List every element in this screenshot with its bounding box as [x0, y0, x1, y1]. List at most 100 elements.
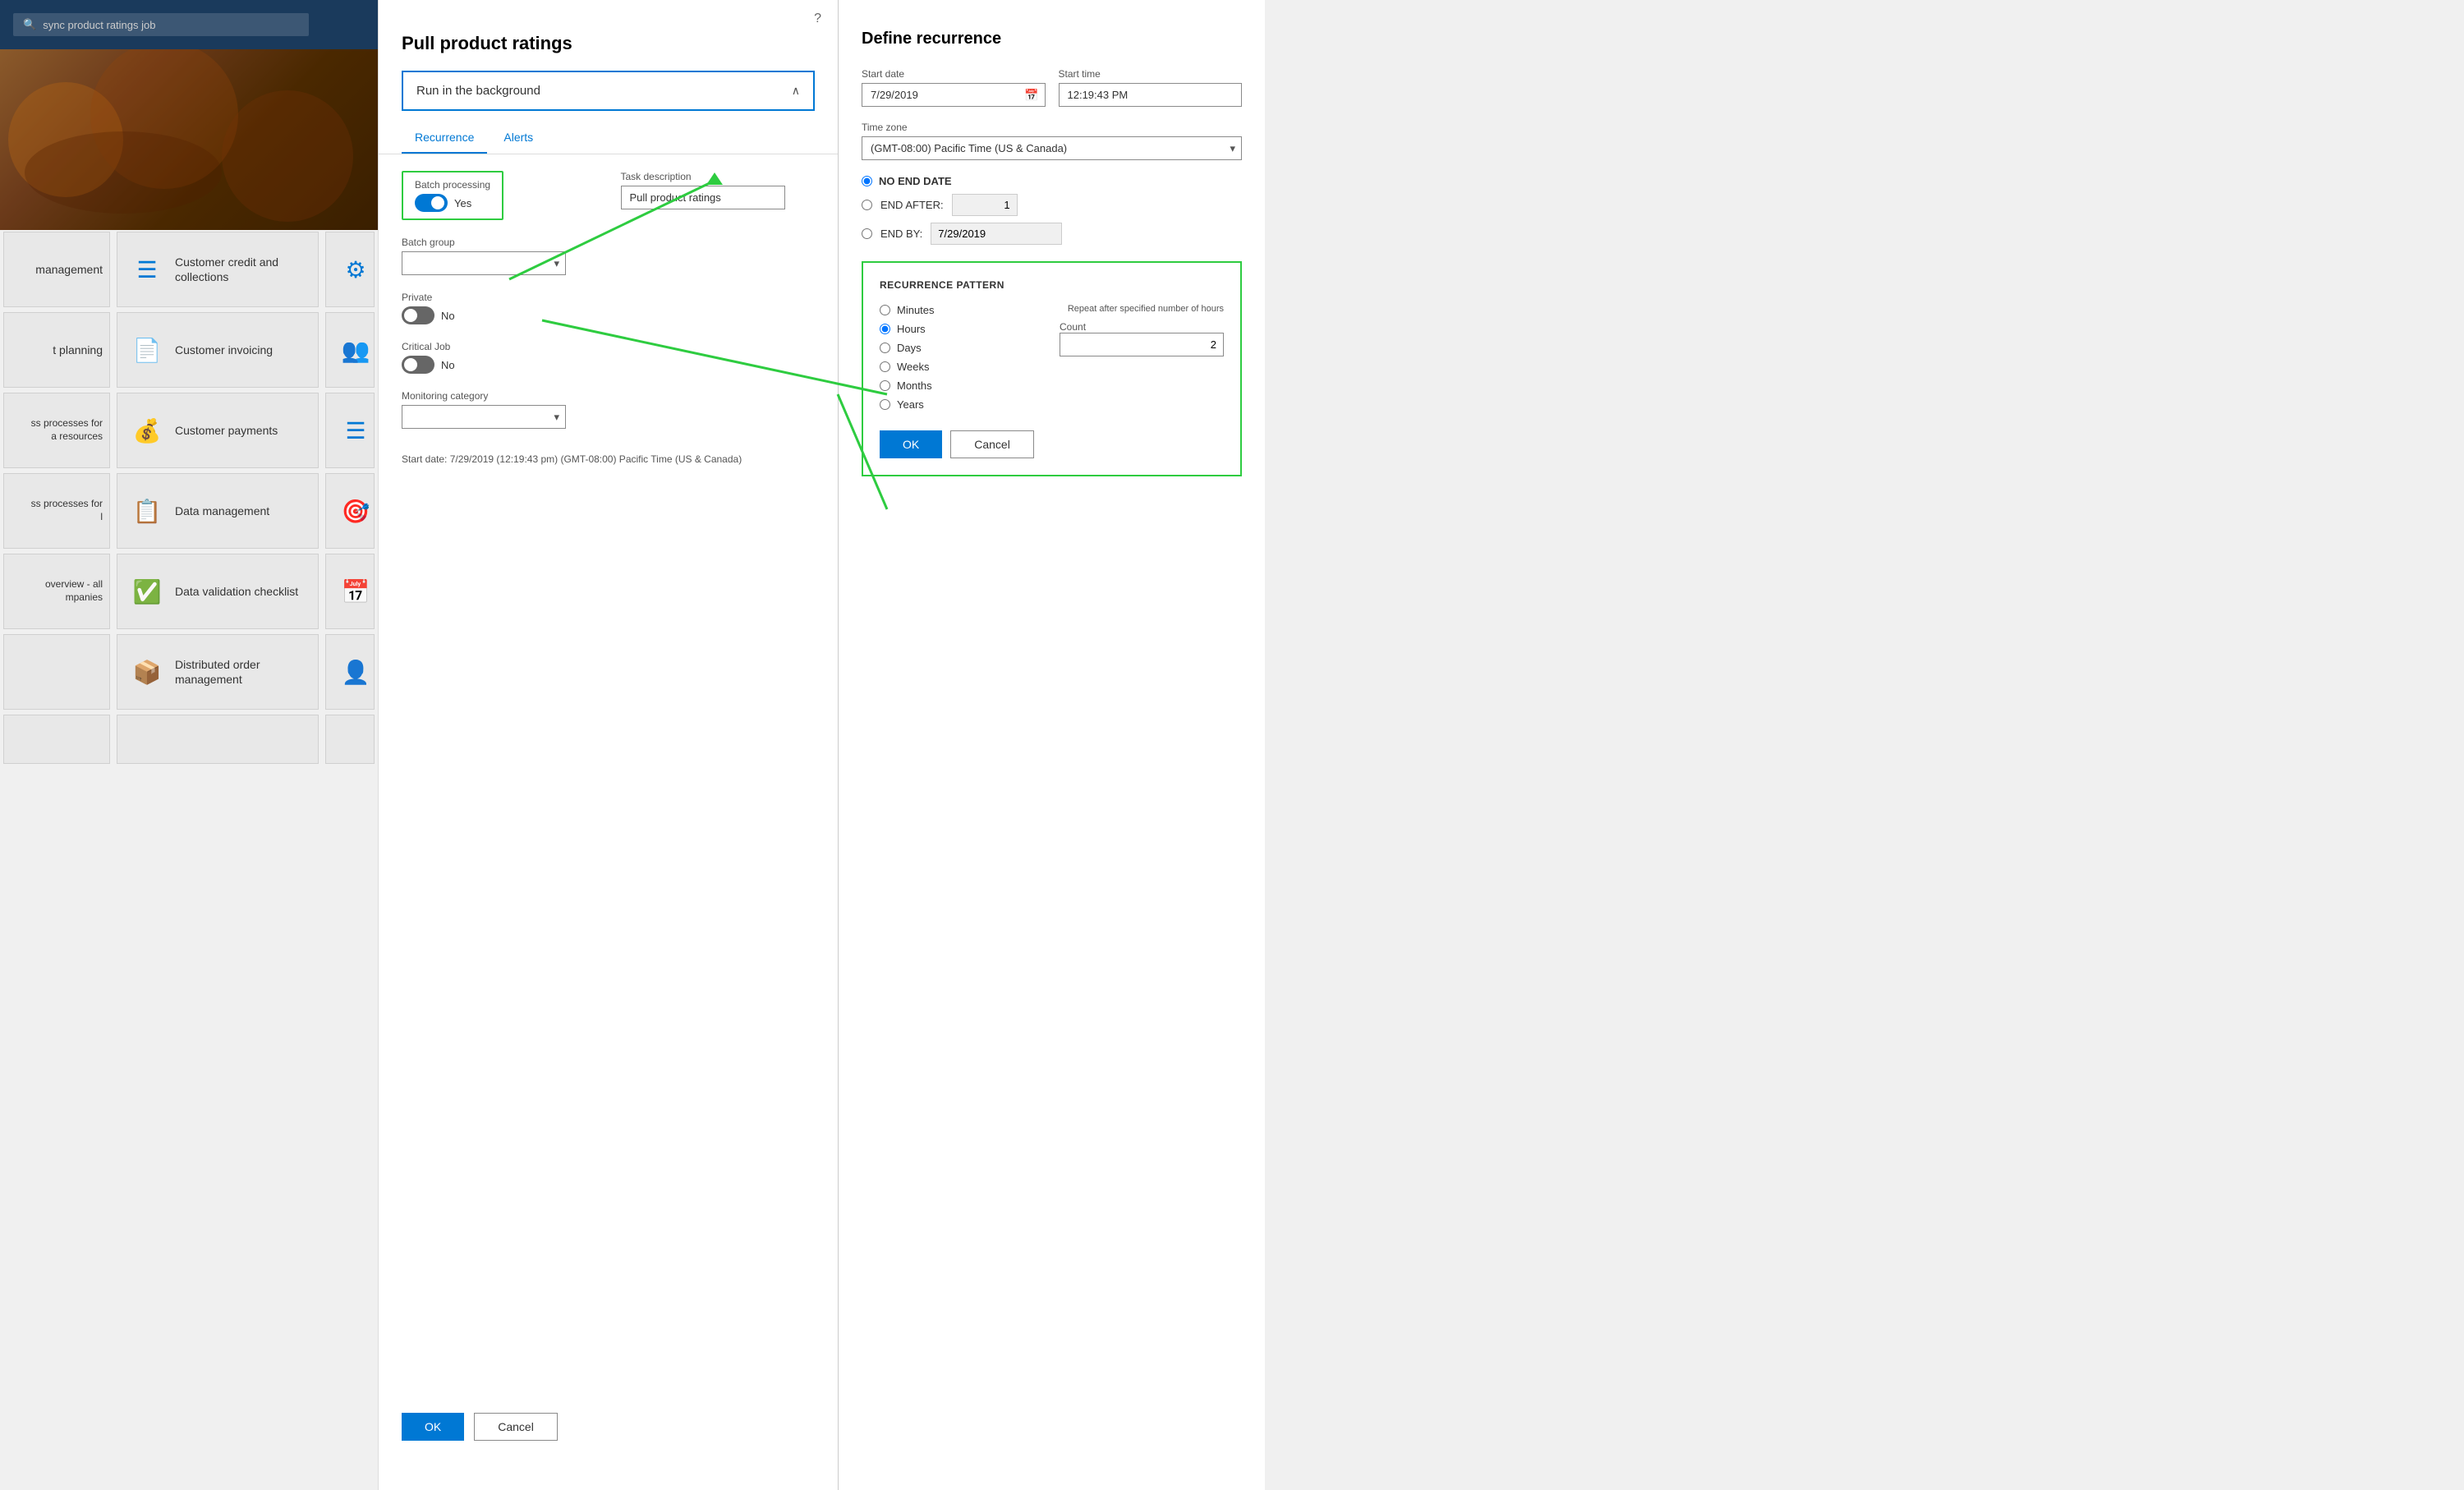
pattern-months-radio[interactable]	[880, 380, 890, 391]
right-partial-icon-2: 👥	[339, 333, 372, 366]
pattern-weeks-label: Weeks	[897, 361, 930, 373]
tile-right-partial-2[interactable]: 👥	[325, 312, 375, 388]
top-search-bar: 🔍 sync product ratings job	[0, 0, 378, 49]
start-date-label: Start date	[862, 68, 1046, 80]
batch-processing-toggle[interactable]	[415, 194, 448, 212]
start-date-col: Start date	[862, 68, 1046, 107]
tile-ss-hr-partial[interactable]: ss processes fora resources	[3, 393, 110, 468]
pattern-minutes-row: Minutes	[880, 304, 1043, 316]
start-date-time-row: Start date Start time	[862, 68, 1242, 107]
pattern-days-radio[interactable]	[880, 343, 890, 353]
count-input[interactable]	[1060, 333, 1224, 356]
tile-customer-invoicing[interactable]: 📄 Customer invoicing	[117, 312, 319, 388]
tile-distributed-order[interactable]: 📦 Distributed order management	[117, 634, 319, 710]
tile-right-partial-1[interactable]: ⚙	[325, 232, 375, 307]
recurrence-ok-button[interactable]: OK	[880, 430, 942, 458]
tile-data-validation[interactable]: ✅ Data validation checklist	[117, 554, 319, 629]
tab-recurrence[interactable]: Recurrence	[402, 124, 487, 154]
private-value: No	[441, 310, 455, 322]
batch-group-select[interactable]	[402, 251, 566, 275]
tile-right-last[interactable]	[325, 715, 375, 764]
tile-bottom-last[interactable]	[3, 715, 110, 764]
tile-management-partial[interactable]: management	[3, 232, 110, 307]
run-in-background-accordion[interactable]: Run in the background ∧	[402, 71, 815, 111]
customer-payments-icon: 💰	[131, 414, 163, 447]
recurrence-cancel-button[interactable]: Cancel	[950, 430, 1034, 458]
pattern-months-row: Months	[880, 379, 1043, 392]
pattern-days-row: Days	[880, 342, 1043, 354]
critical-job-label: Critical Job	[402, 341, 815, 352]
end-after-count-input[interactable]	[952, 194, 1018, 216]
private-toggle[interactable]	[402, 306, 434, 324]
pattern-weeks-radio[interactable]	[880, 361, 890, 372]
batch-processing-col: Batch processing Yes	[402, 171, 596, 237]
start-time-input[interactable]	[1059, 83, 1243, 107]
pattern-years-radio[interactable]	[880, 399, 890, 410]
recurrence-panel-title: Define recurrence	[839, 0, 1265, 68]
tile-ss-label: ss processes forl	[31, 498, 103, 523]
tile-data-management[interactable]: 📋 Data management	[117, 473, 319, 549]
tile-more[interactable]	[117, 715, 319, 764]
batch-group-label: Batch group	[402, 237, 815, 248]
right-partial-icon-5: 📅	[339, 575, 372, 608]
tile-management-label: management	[35, 262, 103, 277]
tile-t-planning-label: t planning	[53, 343, 103, 357]
tile-overview-partial[interactable]: overview - allmpanies	[3, 554, 110, 629]
tiles-area: management ☰ Customer credit and collect…	[0, 230, 378, 767]
dialog-form: Batch processing Yes Task descriptio	[379, 171, 838, 429]
tile-customer-payments-label: Customer payments	[175, 423, 278, 438]
tile-right-partial-6[interactable]: 👤	[325, 634, 375, 710]
recurrence-ok-cancel: OK Cancel	[880, 430, 1224, 458]
end-after-radio[interactable]	[862, 200, 872, 210]
end-by-radio[interactable]	[862, 228, 872, 239]
tile-customer-credit[interactable]: ☰ Customer credit and collections	[117, 232, 319, 307]
task-description-row: Task description	[621, 171, 816, 209]
end-by-row: END BY:	[862, 223, 1242, 245]
pattern-count: Repeat after specified number of hours C…	[1060, 304, 1224, 417]
start-date-info: Start date: 7/29/2019 (12:19:43 pm) (GMT…	[402, 453, 815, 465]
pattern-months-label: Months	[897, 379, 932, 392]
right-partial-icon-3: ☰	[339, 414, 372, 447]
pattern-minutes-radio[interactable]	[880, 305, 890, 315]
batch-processing-value: Yes	[454, 197, 471, 209]
pattern-years-label: Years	[897, 398, 924, 411]
dialog-ok-button[interactable]: OK	[402, 1413, 464, 1441]
no-end-date-radio[interactable]	[862, 176, 872, 186]
repeat-label: Repeat after specified number of hours	[1060, 304, 1224, 314]
tile-right-partial-4[interactable]: 🎯	[325, 473, 375, 549]
tile-customer-payments[interactable]: 💰 Customer payments	[117, 393, 319, 468]
form-row-1: Batch processing Yes Task descriptio	[402, 171, 815, 237]
critical-job-row: Critical Job No	[402, 341, 815, 374]
pull-dialog-title: Pull product ratings	[379, 0, 838, 71]
dialog-cancel-button[interactable]: Cancel	[474, 1413, 558, 1441]
end-by-date-input[interactable]	[931, 223, 1062, 245]
pattern-options: Minutes Hours Days Weeks	[880, 304, 1043, 417]
critical-job-toggle[interactable]	[402, 356, 434, 374]
start-date-input[interactable]	[862, 83, 1046, 107]
tile-right-partial-3[interactable]: ☰	[325, 393, 375, 468]
tile-bottom-partial[interactable]	[3, 634, 110, 710]
search-icon: 🔍	[23, 18, 36, 31]
monitoring-category-select[interactable]	[402, 405, 566, 429]
tile-data-management-label: Data management	[175, 504, 269, 518]
search-container[interactable]: 🔍 sync product ratings job	[13, 13, 309, 36]
tile-ss-partial[interactable]: ss processes forl	[3, 473, 110, 549]
timezone-select[interactable]: (GMT-08:00) Pacific Time (US & Canada)	[862, 136, 1242, 160]
critical-job-value: No	[441, 359, 455, 371]
distributed-icon: 📦	[131, 655, 163, 688]
recurrence-pattern-title: RECURRENCE PATTERN	[880, 279, 1224, 291]
pattern-years-row: Years	[880, 398, 1043, 411]
start-time-col: Start time	[1059, 68, 1243, 107]
tile-right-partial-5[interactable]: 📅	[325, 554, 375, 629]
monitoring-category-label: Monitoring category	[402, 390, 815, 402]
start-date-wrapper	[862, 83, 1046, 107]
monitoring-category-row: Monitoring category	[402, 390, 815, 429]
search-text: sync product ratings job	[43, 19, 155, 31]
pattern-days-label: Days	[897, 342, 922, 354]
tile-t-planning-partial[interactable]: t planning	[3, 312, 110, 388]
help-icon[interactable]: ?	[814, 11, 821, 26]
task-description-input[interactable]	[621, 186, 785, 209]
tab-alerts[interactable]: Alerts	[490, 124, 546, 154]
pattern-hours-radio[interactable]	[880, 324, 890, 334]
accordion-title: Run in the background	[416, 84, 540, 98]
